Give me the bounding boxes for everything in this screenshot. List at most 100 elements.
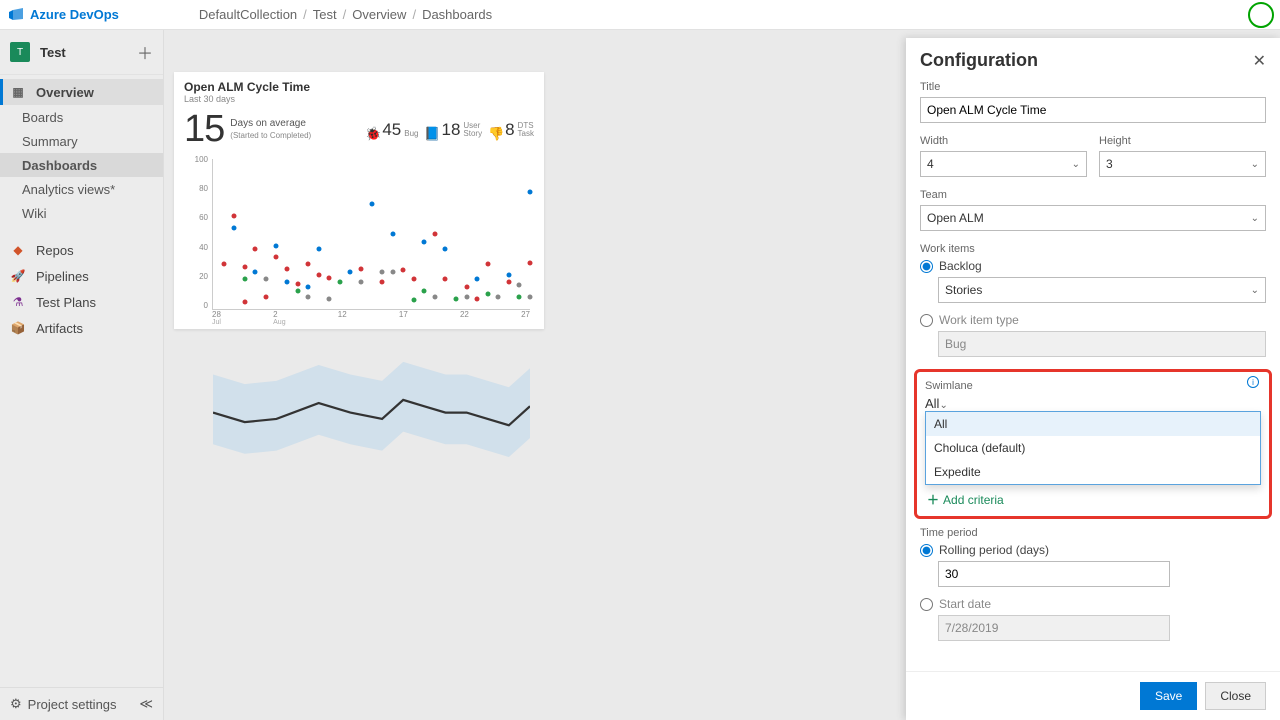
nav-artifacts[interactable]: 📦Artifacts bbox=[0, 315, 163, 341]
time-period-label: Time period bbox=[920, 527, 1266, 539]
data-point bbox=[517, 295, 522, 300]
swimlane-highlight: Swimlane i All⌄ AllCholuca (default)Expe… bbox=[914, 369, 1272, 519]
nav-repos[interactable]: ◆Repos bbox=[0, 237, 163, 263]
azure-devops-icon bbox=[8, 7, 24, 23]
swimlane-option[interactable]: Expedite bbox=[926, 460, 1260, 484]
data-point bbox=[284, 280, 289, 285]
data-point bbox=[295, 281, 300, 286]
data-point bbox=[306, 284, 311, 289]
config-title: Configuration bbox=[920, 50, 1038, 71]
data-point bbox=[401, 268, 406, 273]
chevron-down-icon: ⌄ bbox=[1251, 159, 1259, 170]
rolling-period-input[interactable] bbox=[938, 561, 1170, 587]
plus-icon: ＋ bbox=[927, 491, 939, 508]
breadcrumb-item[interactable]: DefaultCollection bbox=[199, 7, 297, 22]
nav-wiki[interactable]: Wiki bbox=[0, 201, 163, 225]
close-button-footer[interactable]: Close bbox=[1205, 682, 1266, 710]
data-point bbox=[380, 269, 385, 274]
data-point bbox=[485, 262, 490, 267]
data-point bbox=[358, 280, 363, 285]
cycle-time-widget[interactable]: Open ALM Cycle Time Last 30 days 15 Days… bbox=[174, 72, 544, 329]
nav-test-plans[interactable]: ⚗Test Plans bbox=[0, 289, 163, 315]
data-point bbox=[242, 265, 247, 270]
data-point bbox=[454, 296, 459, 301]
widget-subtitle: Last 30 days bbox=[184, 94, 534, 104]
breadcrumb: DefaultCollection/ Test/ Overview/ Dashb… bbox=[199, 7, 492, 22]
project-selector[interactable]: T Test ＋ bbox=[0, 30, 163, 75]
breadcrumb-item[interactable]: Test bbox=[313, 7, 337, 22]
title-input[interactable] bbox=[920, 97, 1266, 123]
team-select[interactable]: Open ALM⌄ bbox=[920, 205, 1266, 231]
nav-boards[interactable]: Boards bbox=[0, 105, 163, 129]
data-point bbox=[232, 226, 237, 231]
swimlane-option[interactable]: All bbox=[926, 412, 1260, 436]
data-point bbox=[380, 280, 385, 285]
start-date-radio[interactable] bbox=[920, 598, 933, 611]
backlog-radio-label: Backlog bbox=[939, 259, 982, 273]
data-point bbox=[464, 295, 469, 300]
add-criteria-link[interactable]: ＋ Add criteria bbox=[927, 491, 1261, 508]
data-point bbox=[411, 277, 416, 282]
data-point bbox=[221, 262, 226, 267]
data-point bbox=[496, 295, 501, 300]
data-point bbox=[390, 269, 395, 274]
width-select[interactable]: 4⌄ bbox=[920, 151, 1087, 177]
breadcrumb-item[interactable]: Overview bbox=[352, 7, 406, 22]
user-story-icon: 📘 bbox=[426, 128, 438, 140]
data-point bbox=[242, 277, 247, 282]
nav-analytics-views[interactable]: Analytics views* bbox=[0, 177, 163, 201]
data-point bbox=[411, 298, 416, 303]
close-button[interactable]: ✕ bbox=[1253, 51, 1266, 71]
data-point bbox=[475, 296, 480, 301]
data-point bbox=[517, 283, 522, 288]
data-point bbox=[369, 202, 374, 207]
project-tile: T bbox=[10, 42, 30, 62]
add-icon[interactable]: ＋ bbox=[137, 40, 153, 64]
data-point bbox=[443, 277, 448, 282]
collapse-icon[interactable]: ≪ bbox=[139, 696, 153, 712]
project-name: Test bbox=[40, 45, 127, 60]
configuration-panel: Configuration ✕ Title Width 4⌄ Height 3⌄… bbox=[906, 38, 1280, 720]
rolling-period-radio[interactable] bbox=[920, 544, 933, 557]
nav-dashboards[interactable]: Dashboards bbox=[0, 153, 163, 177]
data-point bbox=[232, 214, 237, 219]
cycle-time-label: Days on average (Started to Completed) bbox=[230, 118, 311, 142]
info-icon[interactable]: i bbox=[1247, 376, 1259, 388]
project-settings[interactable]: ⚙Project settings ≪ bbox=[0, 687, 163, 720]
data-point bbox=[327, 275, 332, 280]
height-select[interactable]: 3⌄ bbox=[1099, 151, 1266, 177]
profile-avatar[interactable] bbox=[1248, 2, 1274, 28]
data-point bbox=[358, 266, 363, 271]
data-point bbox=[274, 254, 279, 259]
data-point bbox=[306, 262, 311, 267]
data-point bbox=[528, 295, 533, 300]
product-logo[interactable]: Azure DevOps bbox=[8, 7, 119, 23]
swimlane-option[interactable]: Choluca (default) bbox=[926, 436, 1260, 460]
data-point bbox=[284, 266, 289, 271]
chevron-down-icon: ⌄ bbox=[1251, 285, 1259, 296]
nav-summary[interactable]: Summary bbox=[0, 129, 163, 153]
data-point bbox=[348, 269, 353, 274]
data-point bbox=[506, 272, 511, 277]
save-button[interactable]: Save bbox=[1140, 682, 1197, 710]
work-item-type-radio[interactable] bbox=[920, 314, 933, 327]
bug-icon: 🐞 bbox=[367, 128, 379, 140]
backlog-radio[interactable] bbox=[920, 260, 933, 273]
data-point bbox=[443, 247, 448, 252]
start-date-label: Start date bbox=[939, 597, 991, 611]
data-point bbox=[528, 260, 533, 265]
test-plans-icon: ⚗ bbox=[10, 294, 26, 310]
rolling-period-label: Rolling period (days) bbox=[939, 543, 1049, 557]
breadcrumb-item[interactable]: Dashboards bbox=[422, 7, 492, 22]
data-point bbox=[316, 247, 321, 252]
backlog-select[interactable]: Stories⌄ bbox=[938, 277, 1266, 303]
data-point bbox=[263, 295, 268, 300]
swimlane-select[interactable]: All⌄ bbox=[925, 396, 1261, 411]
nav-pipelines[interactable]: 🚀Pipelines bbox=[0, 263, 163, 289]
width-label: Width bbox=[920, 135, 1087, 147]
top-bar: Azure DevOps DefaultCollection/ Test/ Ov… bbox=[0, 0, 1280, 30]
data-point bbox=[253, 247, 258, 252]
nav-overview[interactable]: ▦ Overview bbox=[0, 79, 163, 105]
data-point bbox=[274, 244, 279, 249]
swimlane-label: Swimlane bbox=[925, 380, 1261, 392]
